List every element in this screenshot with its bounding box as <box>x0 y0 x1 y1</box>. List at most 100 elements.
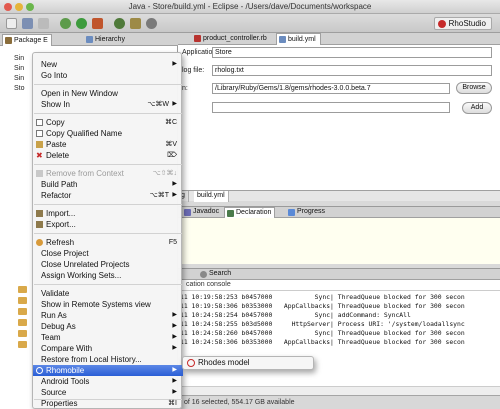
menu-item-rhomobile[interactable]: Rhomobile ▶ <box>33 365 183 376</box>
shortcut: ⌘I <box>168 400 177 407</box>
menu-item-label: Close Unrelated Projects <box>41 260 130 269</box>
folder-icon <box>18 341 27 348</box>
console-output[interactable]: 11 10:19:58:253 b0457000 Sync| ThreadQue… <box>178 290 500 395</box>
shortcut: F5 <box>168 239 177 246</box>
zoom-window-button[interactable] <box>26 3 34 11</box>
title-bar: Java - Store/build.yml - Eclipse - /User… <box>0 0 500 14</box>
menu-item-refactor[interactable]: Refactor ⌥⌘T ▶ <box>33 190 183 201</box>
menu-item-show-in[interactable]: Show In ⌥⌘W ▶ <box>33 99 183 110</box>
shortcut: ⌘C <box>164 119 177 126</box>
menu-item-label: Remove from Context <box>46 169 124 178</box>
menu-item-close-project[interactable]: Close Project <box>33 248 183 259</box>
delete-icon: ✖ <box>36 151 43 160</box>
menu-item-copy[interactable]: Copy ⌘C <box>33 117 183 128</box>
main-toolbar: RhoStudio <box>0 14 500 33</box>
tree-item[interactable]: Sto <box>4 85 25 92</box>
menu-item-open-in-new-window[interactable]: Open in New Window <box>33 88 183 99</box>
tab-declaration[interactable]: Declaration <box>224 207 276 218</box>
menu-item-label: Open in New Window <box>41 89 118 98</box>
export-icon <box>36 221 43 228</box>
javadoc-icon <box>184 209 191 216</box>
tab-javadoc[interactable]: Javadoc <box>182 207 222 218</box>
menu-item-export[interactable]: Export... <box>33 219 183 230</box>
external-tools-icon[interactable] <box>92 18 103 29</box>
tab-package-explorer[interactable]: Package E <box>2 34 52 46</box>
debug-icon[interactable] <box>60 18 71 29</box>
menu-item-label: Properties <box>41 399 78 408</box>
menu-item-label: Export... <box>46 220 76 229</box>
submenu-arrow-icon: ▶ <box>172 334 177 340</box>
tab-product-controller[interactable]: product_controller.rb <box>192 33 271 45</box>
menu-item-source[interactable]: Source ▶ <box>33 387 183 398</box>
declaration-view <box>178 218 500 264</box>
context-menu: New ▶ Go Into Open in New Window Show In ⌥… <box>32 52 183 409</box>
menu-item-copy-qualified-name[interactable]: Copy Qualified Name <box>33 128 183 139</box>
perspective-label: RhoStudio <box>448 19 486 28</box>
tab-label: Declaration <box>236 209 272 216</box>
menu-item-show-in-remote-systems[interactable]: Show in Remote Systems view <box>33 299 183 310</box>
menu-item-new[interactable]: New ▶ <box>33 59 183 70</box>
tab-label: Search <box>209 270 232 277</box>
rhodes-path-field[interactable]: /Library/Ruby/Gems/1.8/gems/rhodes-3.0.0… <box>212 83 450 94</box>
menu-item-delete[interactable]: ✖ Delete ⌦ <box>33 150 183 161</box>
menu-item-import[interactable]: Import... <box>33 208 183 219</box>
tab-build-yml-source[interactable]: build.yml <box>194 191 229 202</box>
menu-item-debug-as[interactable]: Debug As ▶ <box>33 321 183 332</box>
tab-hierarchy[interactable]: Hierarchy <box>84 34 128 46</box>
submenu-arrow-icon: ▶ <box>172 323 177 329</box>
open-type-icon[interactable] <box>130 18 141 29</box>
console-horizontal-scrollbar[interactable] <box>178 386 500 395</box>
shortcut: ⌘V <box>165 141 177 148</box>
tab-build-yml[interactable]: build.yml <box>276 33 321 45</box>
log-file-field[interactable]: rholog.txt <box>212 65 492 76</box>
save-icon[interactable] <box>22 18 33 29</box>
print-icon[interactable] <box>38 18 49 29</box>
perspective-rhostudio-button[interactable]: RhoStudio <box>433 17 492 30</box>
menu-item-rhodes-model[interactable]: Rhodes model <box>183 357 313 369</box>
menu-item-compare-with[interactable]: Compare With ▶ <box>33 343 183 354</box>
add-button[interactable]: Add <box>462 102 492 114</box>
menu-separator <box>34 233 182 234</box>
tab-progress[interactable]: Progress <box>286 207 328 218</box>
console-line: 11 10:24:58:255 b03d5000 HttpServer| Pro… <box>180 320 465 328</box>
menu-item-close-unrelated-projects[interactable]: Close Unrelated Projects <box>33 259 183 270</box>
menu-item-android-tools[interactable]: Android Tools ▶ <box>33 376 183 387</box>
submenu-arrow-icon: ▶ <box>172 101 177 107</box>
browse-button[interactable]: Browse <box>456 82 492 94</box>
menu-item-paste[interactable]: Paste ⌘V <box>33 139 183 150</box>
menu-item-label: Delete <box>46 151 70 160</box>
tree-item[interactable]: Sin <box>4 55 24 62</box>
menu-item-label: Copy <box>46 118 65 127</box>
new-class-icon[interactable] <box>114 18 125 29</box>
menu-item-team[interactable]: Team ▶ <box>33 332 183 343</box>
submenu-arrow-icon: ▶ <box>172 181 177 187</box>
menu-item-label: Import... <box>46 209 76 218</box>
menu-item-remove-from-context[interactable]: Remove from Context ⌥⇧⌘↓ <box>33 168 183 179</box>
tab-search[interactable]: Search <box>198 269 234 280</box>
menu-item-refresh[interactable]: Refresh F5 <box>33 237 183 248</box>
menu-separator <box>34 84 182 85</box>
tree-item[interactable]: Sin <box>4 75 24 82</box>
close-window-button[interactable] <box>4 3 12 11</box>
console-header: cation console <box>178 280 500 290</box>
menu-item-run-as[interactable]: Run As ▶ <box>33 310 183 321</box>
menu-item-build-path[interactable]: Build Path ▶ <box>33 179 183 190</box>
menu-item-label: Refactor <box>41 191 72 200</box>
menu-item-assign-working-sets[interactable]: Assign Working Sets... <box>33 270 183 281</box>
menu-item-go-into[interactable]: Go Into <box>33 70 183 81</box>
run-icon[interactable] <box>76 18 87 29</box>
menu-item-restore-from-local-history[interactable]: Restore from Local History... <box>33 354 183 365</box>
copy-icon <box>36 119 43 126</box>
status-bar: of 16 selected, 554.17 GB available <box>178 395 500 409</box>
refresh-icon <box>36 239 43 246</box>
menu-separator <box>34 113 182 114</box>
app-name-field[interactable]: Store <box>212 47 492 58</box>
tree-item[interactable]: Sin <box>4 65 24 72</box>
menu-item-validate[interactable]: Validate <box>33 288 183 299</box>
minimize-window-button[interactable] <box>15 3 23 11</box>
search-icon[interactable] <box>146 18 157 29</box>
menu-item-label: Run As <box>41 311 67 320</box>
menu-item-properties[interactable]: Properties ⌘I <box>33 398 183 409</box>
new-icon[interactable] <box>6 18 17 29</box>
extension-field[interactable] <box>212 102 450 113</box>
